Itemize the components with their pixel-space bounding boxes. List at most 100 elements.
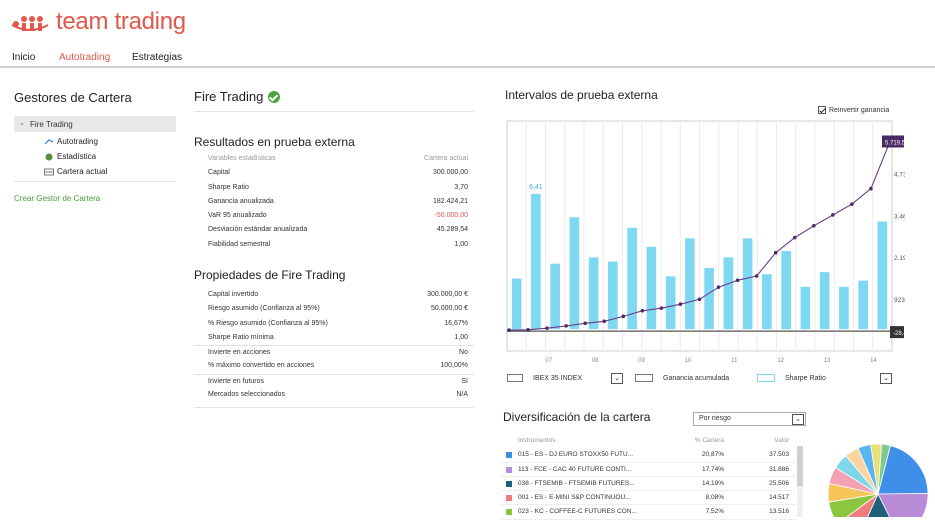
nav-inicio[interactable]: Inicio [12, 52, 35, 63]
instrument-value: 25.506 [769, 479, 789, 487]
performance-chart: 6,41 07 08 09 10 11 12 13 14 4.737,31 % 3.466,12 %… [506, 120, 905, 364]
row-value: 100,00% [440, 362, 468, 370]
table-row: Ganancia anualizada 182.424,21 [194, 195, 474, 209]
sharpe-bar [569, 217, 580, 330]
cumulative-point [583, 321, 587, 326]
logo-text: team trading [56, 8, 186, 35]
nav-autotrading[interactable]: Autotrading [59, 52, 110, 63]
checkbox-checked-icon[interactable] [818, 106, 826, 114]
color-swatch [506, 509, 512, 516]
cumulative-point [545, 326, 549, 330]
strategy-title: Fire Trading [194, 89, 281, 104]
x-tick-label: 11 [731, 358, 738, 364]
chevron-down-icon[interactable]: ⌄ [792, 414, 804, 425]
results-title: Resultados en prueba externa [194, 135, 355, 149]
table-row[interactable]: 038 - FTSEMIB - FTSEMIB FUTURES... 14,19%… [500, 477, 796, 492]
reinvest-checkbox[interactable]: Reinvertir ganancia [818, 106, 889, 114]
cumulative-point [831, 213, 835, 217]
x-tick-label: 13 [824, 358, 831, 364]
autotrading-icon [44, 138, 54, 146]
cumulative-point [735, 278, 740, 283]
chevron-down-icon[interactable]: ⌄ [19, 119, 25, 127]
cumulative-point [773, 250, 778, 255]
portfolio-tree: ⌄ Fire Trading Autotrading Estadística C… [14, 114, 176, 182]
table-row: Fiabilidad semestral 1,00 [194, 238, 474, 252]
portfolio-icon [44, 168, 54, 176]
tree-item-autotrading[interactable]: Autotrading [44, 137, 98, 146]
legend-swatch [507, 374, 523, 382]
sharpe-bar [839, 286, 849, 330]
table-row: VaR 95 anualizado -50.000,00 [194, 209, 474, 223]
row-label: Invierte en futuros [208, 377, 265, 385]
tree-item-cartera-actual[interactable]: Cartera actual [44, 167, 107, 176]
chart-title: Intervalos de prueba externa [505, 88, 658, 102]
instrument-value: 14.517 [769, 494, 789, 502]
row-value: -50.000,00 [434, 212, 468, 220]
row-label: Invierte en acciones [208, 349, 271, 357]
chevron-down-icon[interactable]: ⌄ [611, 373, 623, 384]
table-row: % máximo convertido en acciones 100,00% [194, 359, 474, 373]
sharpe-bar [781, 251, 791, 330]
color-swatch [506, 452, 512, 459]
select-value: Por riesgo [699, 415, 731, 422]
x-tick-label: 14 [870, 358, 877, 364]
row-label: Mercados seleccionados [208, 391, 286, 399]
team-logo-icon [11, 16, 49, 31]
row-label: VaR 95 anualizado [208, 212, 267, 220]
x-tick-label: 10 [685, 358, 692, 364]
tree-root-label: Fire Trading [30, 120, 73, 129]
scrollbar-thumb[interactable] [797, 446, 803, 486]
cumulative-point [526, 328, 530, 332]
table-row: Desviación estándar anualizada 45.289,54 [194, 223, 474, 237]
cumulative-point [659, 306, 664, 310]
table-row[interactable]: 023 - KC - COFFEE-C FUTURES CON... 7,52% 1… [500, 505, 796, 520]
y-tick-label: 2.194,93 % [894, 255, 905, 262]
row-label: Ganancia anualizada [208, 197, 274, 205]
highlight-bottom-label: -28,44 % [893, 331, 905, 337]
instrument-pct: 17,74% [701, 465, 724, 473]
color-swatch [506, 480, 512, 487]
sharpe-bar [511, 278, 522, 330]
logo[interactable]: team trading [10, 6, 186, 38]
statistics-icon [44, 153, 54, 161]
diversification-title: Diversificación de la cartera [503, 410, 651, 424]
cumulative-point [850, 202, 854, 206]
row-label: Riesgo asumido (Confianza al 95%) [208, 305, 320, 313]
cumulative-point [564, 324, 568, 328]
col-header: Valor [774, 437, 789, 444]
x-tick-label: 12 [777, 358, 784, 364]
instrument-pct: 7,52% [705, 508, 724, 516]
table-row[interactable]: 113 - FCE - CAC 40 FUTURE CONTI... 17,74%… [500, 463, 796, 477]
highlight-top-label: 5.719,59 % [885, 140, 905, 146]
row-value: No [459, 349, 468, 357]
row-label: Fiabilidad semestral [208, 240, 271, 248]
table-row: Invierte en acciones No [194, 345, 474, 359]
instrument-pct: 14,19% [701, 479, 724, 487]
table-row[interactable]: 015 - ES - DJ EURO STOXX50 FUTU... 20,87%… [500, 448, 796, 463]
row-value: 1,00 [454, 240, 468, 248]
divider [194, 111, 474, 112]
tree-child-label: Estadística [57, 152, 97, 161]
instrument-name: 001 - ES - E-MINI S&P CONTINUOU... [518, 494, 631, 502]
tree-item-fire-trading[interactable]: ⌄ Fire Trading [14, 116, 176, 132]
chart-legend: IBEX 35 INDEX ⌄ Ganancia acumulada Sharp… [505, 372, 895, 388]
divider [194, 407, 474, 408]
y-tick-label: 3.466,12 % [894, 213, 905, 220]
row-value: 3,70 [454, 183, 468, 191]
table-row: % Riesgo asumido (Confianza al 95%) 16,67… [194, 317, 474, 331]
table-row[interactable]: 001 - ES - E-MINI S&P CONTINUOU... 8,08% 1… [500, 491, 796, 506]
nav-estrategias[interactable]: Estrategias [132, 52, 182, 63]
row-label: Capital [208, 169, 230, 177]
legend-swatch [635, 374, 653, 382]
tree-item-estadistica[interactable]: Estadística [44, 152, 96, 161]
cumulative-point [697, 297, 702, 302]
main-nav: Inicio Autotrading Estrategias [0, 48, 935, 68]
create-manager-link[interactable]: Crear Gestor de Cartera [14, 194, 100, 203]
row-value: N/A [456, 391, 468, 399]
diversification-select[interactable]: Por riesgo ⌄ [693, 412, 806, 426]
sharpe-bar [550, 263, 560, 330]
sharpe-bar [762, 274, 772, 330]
chevron-down-icon[interactable]: ⌄ [880, 373, 892, 384]
sharpe-bar [858, 280, 868, 330]
instrument-name: 113 - FCE - CAC 40 FUTURE CONTI... [518, 465, 632, 473]
